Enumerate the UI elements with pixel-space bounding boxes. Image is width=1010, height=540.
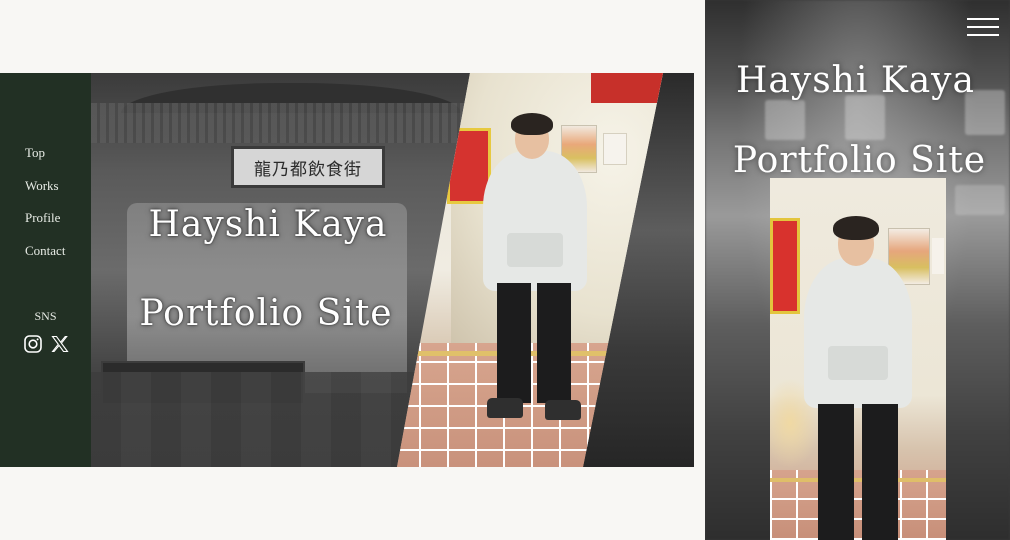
nav-link-works[interactable]: Works xyxy=(25,178,59,194)
nav-link-profile[interactable]: Profile xyxy=(25,210,60,226)
hero-title-subtitle: Portfolio Site xyxy=(139,293,393,334)
mobile-preview: Hayshi Kaya Portfolio Site xyxy=(705,0,1010,540)
instagram-icon[interactable] xyxy=(24,335,42,353)
sidebar-nav: Top Works Profile Contact SNS xyxy=(0,73,91,467)
x-icon[interactable] xyxy=(51,335,69,353)
mobile-hero-photo xyxy=(770,178,946,540)
mobile-hero-person xyxy=(798,216,918,540)
desktop-preview: Top Works Profile Contact SNS 龍乃都飲食街 Hay… xyxy=(0,73,694,467)
mobile-title-subtitle: Portfolio Site xyxy=(732,140,987,181)
hamburger-menu-icon[interactable] xyxy=(967,18,999,36)
hero-shop-sign: 龍乃都飲食街 xyxy=(231,146,385,188)
nav-link-top[interactable]: Top xyxy=(25,145,45,161)
hero-person xyxy=(475,113,595,433)
hero-title-name: Hayshi Kaya xyxy=(148,204,388,245)
sns-icons xyxy=(24,335,69,353)
sns-label: SNS xyxy=(34,309,57,323)
hero-image: 龍乃都飲食街 Hayshi Kaya Portfolio Site xyxy=(91,73,694,467)
nav-link-contact[interactable]: Contact xyxy=(25,243,65,259)
mobile-title-name: Hayshi Kaya xyxy=(736,60,975,101)
